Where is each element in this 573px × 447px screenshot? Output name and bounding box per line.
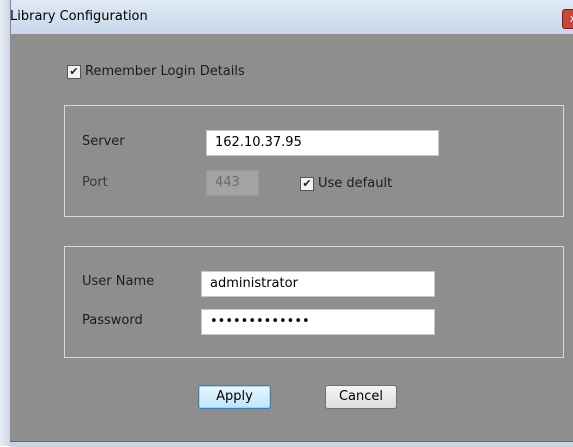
remember-login-label[interactable]: Remember Login Details: [85, 64, 245, 79]
cancel-button[interactable]: Cancel: [325, 385, 397, 409]
port-input[interactable]: 443: [206, 170, 259, 196]
library-configuration-dialog: Library Configuration x ✔ Remember Login…: [0, 0, 573, 447]
dialog-body: ✔ Remember Login Details Server 162.10.3…: [10, 34, 573, 446]
use-default-checkbox[interactable]: ✔: [300, 177, 314, 191]
window-frame-bottom: [10, 441, 573, 447]
title-bar: Library Configuration x: [0, 0, 573, 34]
port-label: Port: [82, 175, 108, 190]
connection-group: Server 162.10.37.95 Port 443 ✔ Use defau…: [64, 105, 564, 217]
use-default-label[interactable]: Use default: [318, 176, 392, 191]
apply-button[interactable]: Apply: [198, 385, 271, 409]
server-input[interactable]: 162.10.37.95: [206, 130, 439, 156]
remember-login-checkbox[interactable]: ✔: [67, 65, 81, 79]
credentials-group: User Name administrator Password •••••••…: [64, 246, 564, 358]
checkmark-icon: ✔: [302, 177, 312, 190]
close-button[interactable]: x: [562, 9, 573, 29]
checkmark-icon: ✔: [69, 65, 79, 78]
server-label: Server: [82, 134, 125, 149]
window-title: Library Configuration: [10, 9, 148, 24]
password-input[interactable]: •••••••••••••: [201, 309, 435, 335]
password-label: Password: [82, 313, 143, 328]
username-label: User Name: [82, 274, 155, 289]
username-input[interactable]: administrator: [201, 271, 435, 297]
